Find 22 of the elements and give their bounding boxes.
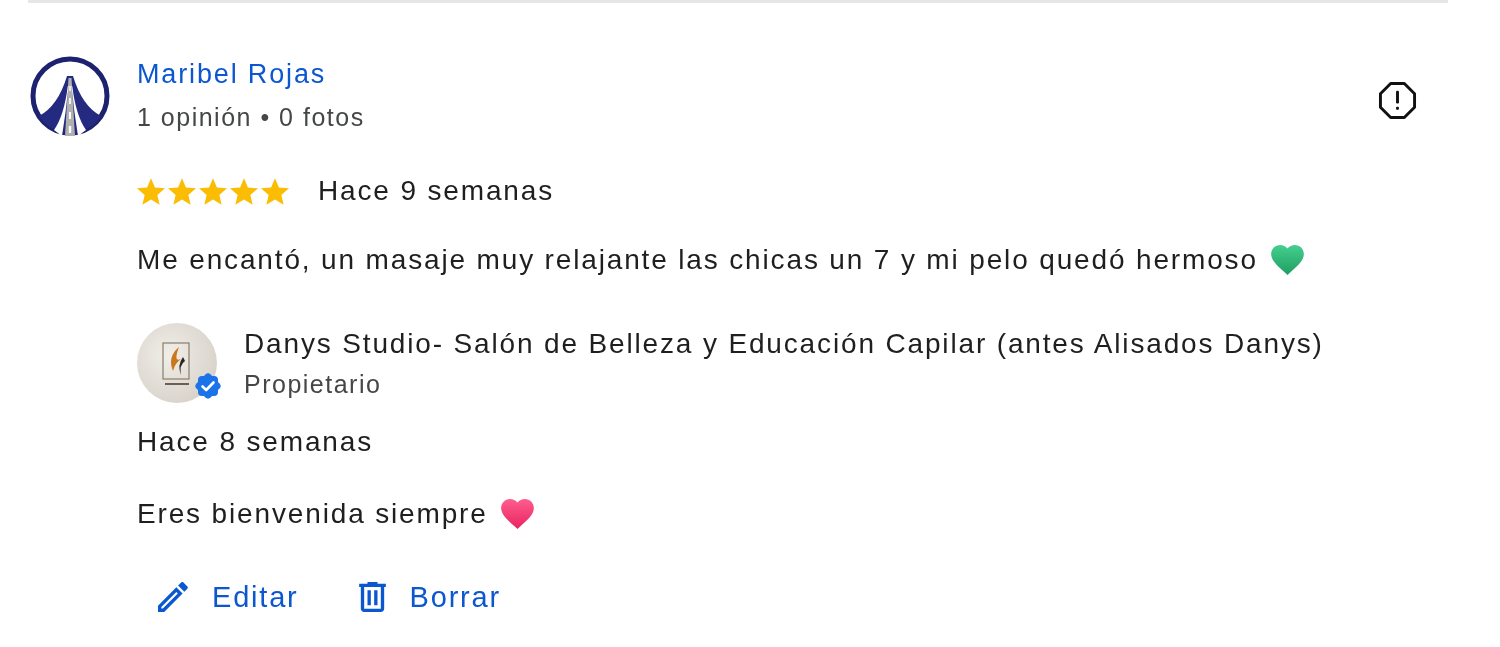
pencil-icon xyxy=(158,582,188,612)
review-text: Me encantó, un masaje muy relajante las chicas un 7 y mi pelo quedó hermoso xyxy=(137,243,1258,277)
star-icon xyxy=(199,177,227,205)
salon-logo-icon xyxy=(137,323,217,403)
review-time: Hace 9 semanas xyxy=(318,174,554,208)
edit-button[interactable]: Editar xyxy=(146,575,311,619)
report-icon[interactable] xyxy=(1378,81,1417,120)
trash-icon xyxy=(358,582,386,612)
reply-time: Hace 8 semanas xyxy=(137,425,373,459)
reply-text: Eres bienvenida siempre xyxy=(137,497,488,531)
heart-icon xyxy=(500,499,534,529)
owner-name: Danys Studio- Salón de Belleza y Educación Capilar (antes Alisados Danys) xyxy=(244,327,1324,361)
star-icon xyxy=(137,177,165,205)
delete-button[interactable]: Borrar xyxy=(346,575,513,619)
star-icon xyxy=(230,177,258,205)
star-icon xyxy=(168,177,196,205)
reviewer-stats: 1 opinión • 0 fotos xyxy=(137,102,365,133)
road-avatar-icon xyxy=(30,56,110,136)
heart-icon xyxy=(1270,245,1304,275)
reviewer-name[interactable]: Maribel Rojas xyxy=(137,56,327,92)
star-icon xyxy=(261,177,289,205)
owner-role: Propietario xyxy=(244,369,382,400)
